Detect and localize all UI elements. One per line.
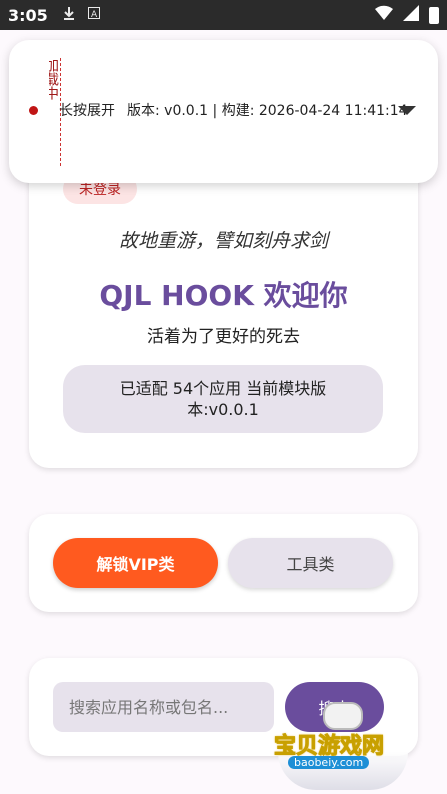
battery-icon [429, 6, 439, 24]
status-dot-icon [29, 106, 38, 115]
watermark: 宝贝游戏网 baobeiy.com [268, 700, 418, 790]
welcome-subtitle: 活着为了更好的死去 [147, 327, 300, 347]
expand-chevron-icon[interactable] [398, 106, 416, 115]
a-icon: A [87, 7, 100, 23]
motto-text: 故地重游，譬如刻舟求剑 [118, 230, 328, 252]
svg-text:A: A [91, 10, 98, 19]
welcome-title: QJL HOOK 欢迎你 [99, 279, 348, 312]
welcome-card: 未登录 故地重游，譬如刻舟求剑 QJL HOOK 欢迎你 活着为了更好的死去 已… [29, 150, 418, 468]
gamepad-icon [323, 702, 363, 730]
overlay-info-line: 长按展开 版本: v0.0.1 | 构建: 2026-04-24 11:41:14 [59, 100, 420, 120]
status-bar: 3:05 A [0, 0, 447, 30]
download-icon [62, 6, 76, 24]
signal-icon [403, 5, 419, 25]
overlay-version: 版本: v0.0.1 | 构建: 2026-04-24 11:41:14 [127, 103, 408, 119]
tab-tools[interactable]: 工具类 [228, 538, 393, 588]
status-time: 3:05 [8, 5, 48, 25]
tab-unlock-vip[interactable]: 解锁VIP类 [53, 538, 218, 588]
category-card: 解锁VIP类 工具类 [29, 514, 418, 612]
watermark-url: baobeiy.com [288, 756, 370, 769]
module-info-box: 已适配 54个应用 当前模块版本:v0.0.1 [63, 365, 383, 433]
floating-overlay[interactable]: 加载中… 长按展开 版本: v0.0.1 | 构建: 2026-04-24 11:… [9, 40, 438, 183]
overlay-hint: 长按展开 [59, 103, 115, 119]
search-input[interactable] [53, 682, 274, 732]
wifi-icon [375, 5, 393, 25]
